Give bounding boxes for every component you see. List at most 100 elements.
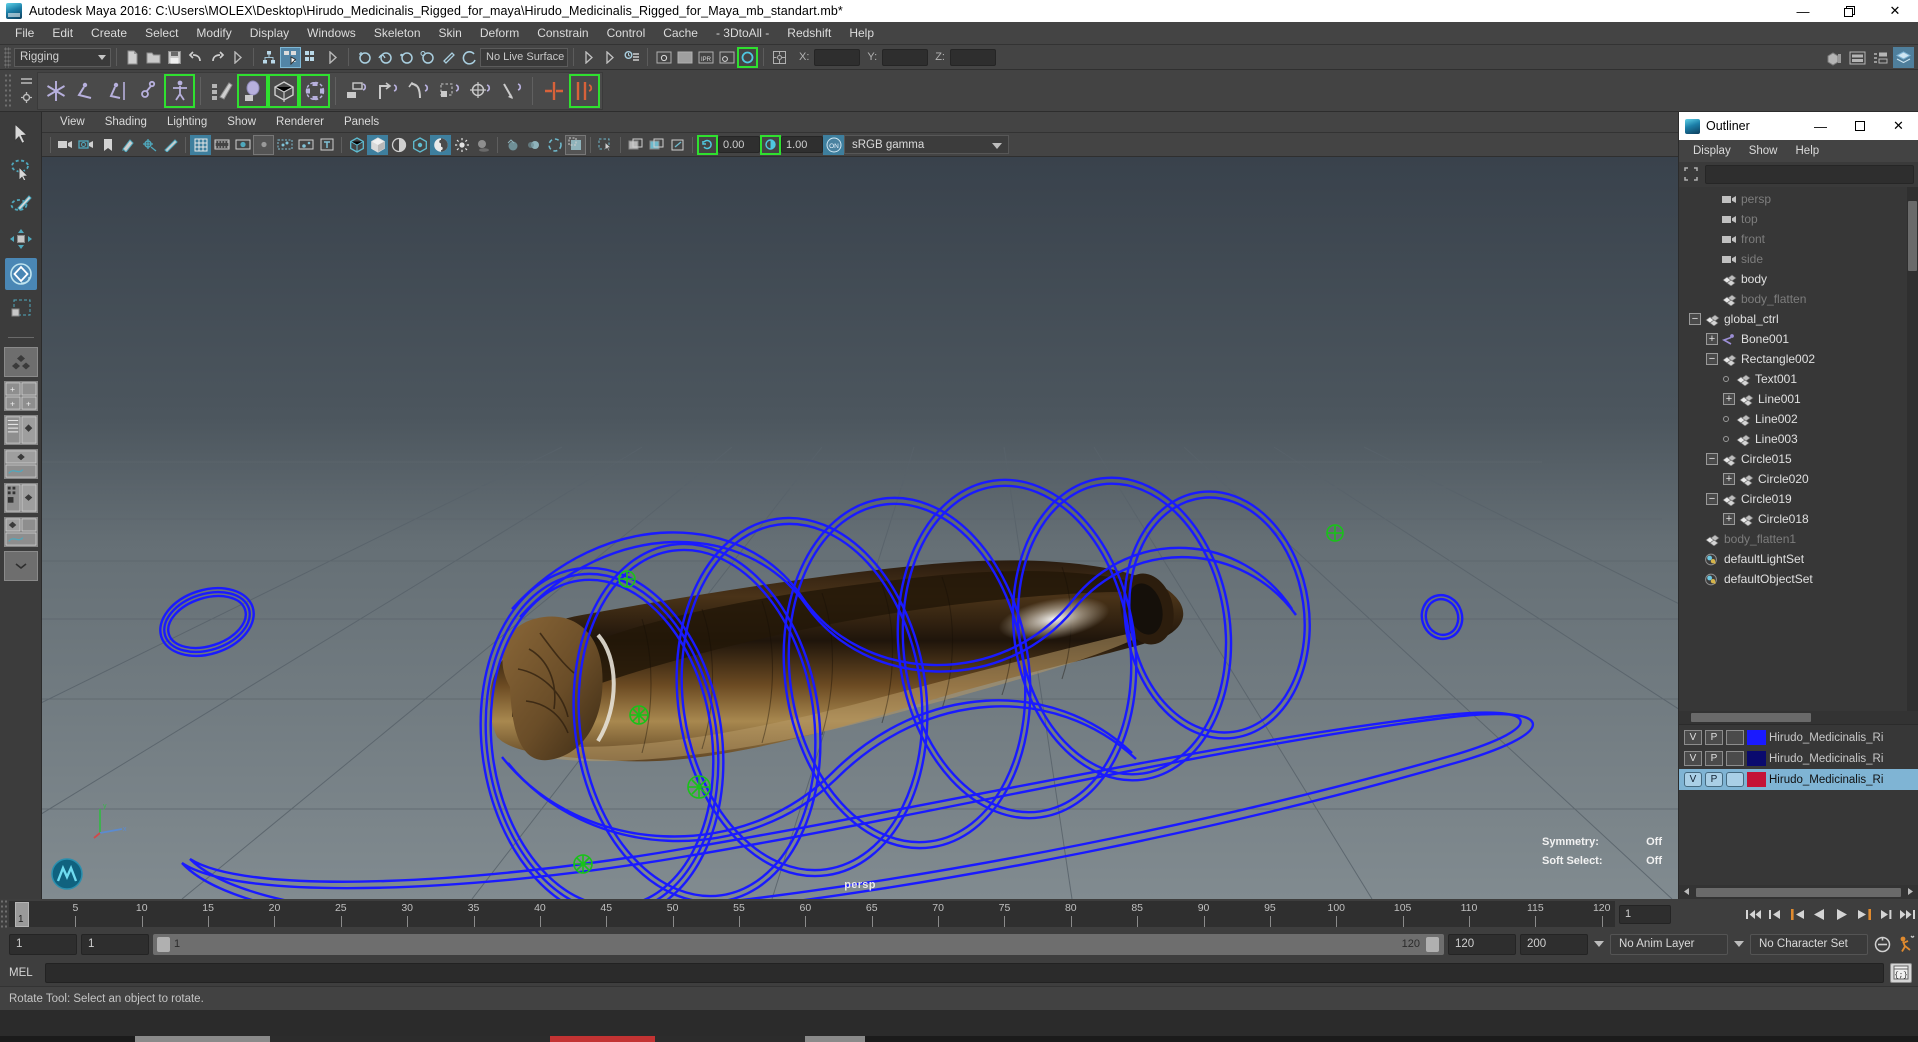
anim-layer-selector[interactable]: No Anim Layer	[1610, 933, 1728, 955]
close-button[interactable]: ✕	[1872, 0, 1918, 22]
grease-pencil-icon[interactable]	[160, 135, 181, 155]
outliner-item[interactable]: − global_ctrl	[1679, 309, 1918, 329]
menu-deform[interactable]: Deform	[471, 23, 528, 43]
layer-playback-toggle[interactable]: P	[1705, 772, 1723, 787]
outliner-item[interactable]: − Rectangle002	[1679, 349, 1918, 369]
interactive-bind-icon[interactable]	[268, 73, 299, 108]
create-joint-icon[interactable]	[40, 74, 71, 108]
xray-joints-icon[interactable]	[274, 135, 295, 155]
bookmark-icon[interactable]	[97, 135, 118, 155]
command-language-label[interactable]: MEL	[9, 967, 39, 979]
menu-edit[interactable]: Edit	[43, 23, 82, 43]
outliner-item[interactable]: + Line001	[1679, 389, 1918, 409]
outliner-item[interactable]: Line003	[1679, 429, 1918, 449]
menu-help[interactable]: Help	[840, 23, 883, 43]
z-input[interactable]	[949, 48, 996, 66]
snap-to-view-plane-icon[interactable]	[438, 47, 459, 68]
character-set-dropdown-arrow-icon[interactable]	[1732, 934, 1746, 955]
image-plane-icon[interactable]	[118, 135, 139, 155]
collapse-button[interactable]: −	[1706, 453, 1718, 465]
move-tool[interactable]	[5, 223, 37, 255]
color-profile-selector[interactable]: sRGB gamma	[844, 135, 1009, 154]
gamma-toggle-icon[interactable]	[760, 134, 781, 155]
exposure-value[interactable]: 0.00	[718, 136, 760, 153]
taskbar-item-b[interactable]	[270, 1036, 550, 1042]
taskbar-item-a[interactable]	[135, 1036, 270, 1042]
use-default-material-icon[interactable]	[409, 135, 430, 155]
outliner-vertical-scrollbar[interactable]	[1907, 187, 1918, 711]
exposure-toggle-icon[interactable]	[697, 134, 718, 155]
xray-mode-icon[interactable]	[625, 135, 646, 155]
rigid-bind-icon[interactable]	[299, 73, 330, 108]
outliner-menu-help[interactable]: Help	[1787, 143, 1829, 159]
menu-skeleton[interactable]: Skeleton	[365, 23, 430, 43]
shadows-icon[interactable]	[472, 135, 493, 155]
taskbar-item-c[interactable]	[550, 1036, 655, 1042]
shelf-options-gear-icon[interactable]	[20, 91, 33, 107]
command-input[interactable]	[45, 962, 1884, 983]
quick-layout-hypershade-persp[interactable]	[3, 483, 38, 513]
shade-with-wireframe-icon[interactable]	[388, 135, 409, 155]
outliner-close-button[interactable]: ✕	[1879, 112, 1918, 140]
ipr-render-icon[interactable]: IPR	[695, 47, 716, 68]
x-input[interactable]	[814, 48, 861, 66]
display-layer-row[interactable]: V P Hirudo_Medicinalis_Ri	[1679, 727, 1918, 748]
playback-range-bar[interactable]: 1 120	[153, 933, 1444, 955]
toggle-attribute-editor-icon[interactable]	[1847, 47, 1868, 68]
render-sequence-icon[interactable]	[674, 47, 695, 68]
menu-windows[interactable]: Windows	[298, 23, 365, 43]
outliner-item[interactable]: defaultObjectSet	[1679, 569, 1918, 589]
parent-constraint-icon[interactable]	[341, 74, 372, 108]
make-live-icon[interactable]	[459, 47, 480, 68]
expand-button[interactable]: +	[1723, 393, 1735, 405]
quick-layout-more-button[interactable]	[3, 551, 38, 581]
layer-color-swatch[interactable]	[1747, 730, 1766, 745]
menu-cache[interactable]: Cache	[654, 23, 707, 43]
outliner-item[interactable]: − Circle015	[1679, 449, 1918, 469]
lasso-select-tool[interactable]	[5, 153, 37, 185]
outliner-item[interactable]: top	[1679, 209, 1918, 229]
layer-playback-toggle[interactable]: P	[1705, 730, 1723, 745]
xray-active-components-icon[interactable]	[295, 135, 316, 155]
quick-layout-persp-graph[interactable]	[3, 449, 38, 479]
mirror-skin-weights-icon[interactable]	[569, 73, 600, 108]
menu-select[interactable]: Select	[136, 23, 187, 43]
character-set-selector[interactable]: No Character Set	[1750, 933, 1868, 955]
panel-menu-renderer[interactable]: Renderer	[266, 114, 334, 130]
two-d-pan-zoom-icon[interactable]	[139, 135, 160, 155]
open-tool-settings-icon[interactable]	[600, 47, 621, 68]
outliner-item[interactable]: + Circle018	[1679, 509, 1918, 529]
render-current-frame-icon[interactable]	[653, 47, 674, 68]
snap-to-curve-icon[interactable]	[375, 47, 396, 68]
outliner-item[interactable]: Text001	[1679, 369, 1918, 389]
toggle-grid-icon[interactable]	[190, 134, 211, 155]
range-right-handle[interactable]	[1426, 936, 1439, 952]
outliner-item[interactable]: defaultLightSet	[1679, 549, 1918, 569]
object-mode-icon[interactable]	[280, 46, 301, 68]
new-scene-icon[interactable]	[122, 47, 143, 68]
outliner-maximize-button[interactable]	[1840, 112, 1879, 140]
point-constraint-icon[interactable]	[372, 74, 403, 108]
range-end-field[interactable]: 120	[1448, 933, 1516, 955]
outliner-item[interactable]: Line002	[1679, 409, 1918, 429]
gamma-value[interactable]: 1.00	[781, 136, 823, 153]
select-camera-icon[interactable]	[55, 135, 76, 155]
menu-create[interactable]: Create	[82, 23, 136, 43]
current-frame-field[interactable]: 1	[1619, 904, 1671, 924]
maximize-button[interactable]	[1826, 0, 1872, 22]
taskbar-item-d[interactable]	[655, 1036, 805, 1042]
hierarchy-mode-icon[interactable]	[259, 47, 280, 68]
animation-preferences-icon[interactable]	[1897, 933, 1918, 955]
layer-state-toggle[interactable]	[1726, 751, 1744, 766]
scale-tool[interactable]	[5, 293, 37, 325]
outliner-item[interactable]: body_flatten	[1679, 289, 1918, 309]
toggle-modeling-toolkit-icon[interactable]	[1824, 47, 1845, 68]
save-scene-icon[interactable]	[164, 47, 185, 68]
outliner-menu-show[interactable]: Show	[1740, 143, 1787, 159]
outliner-item[interactable]: + Circle020	[1679, 469, 1918, 489]
rotate-tool[interactable]	[4, 258, 37, 290]
menu-set-selector[interactable]: Rigging	[14, 47, 111, 67]
toggle-layer-editor-icon[interactable]	[1893, 47, 1914, 68]
layer-color-swatch[interactable]	[1747, 751, 1766, 766]
quick-layout-four-view[interactable]: + + +	[3, 381, 38, 411]
